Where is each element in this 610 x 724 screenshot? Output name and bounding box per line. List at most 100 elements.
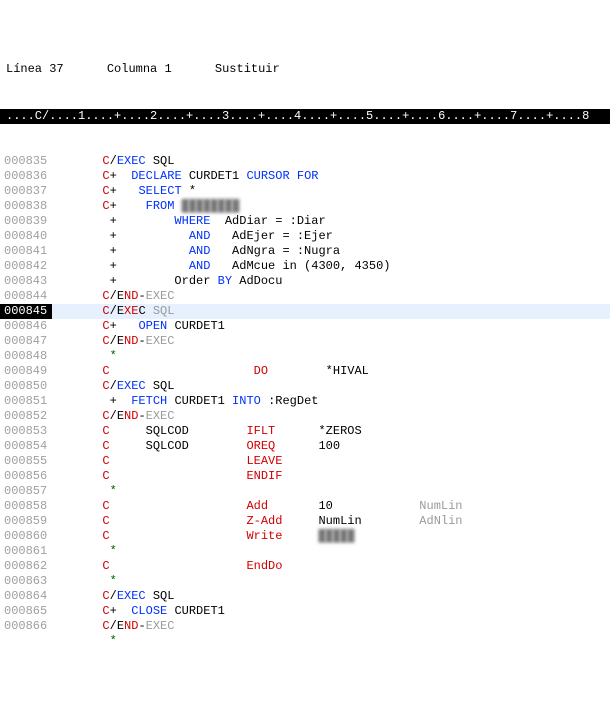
line-source[interactable]: C+ FROM ████████ xyxy=(52,199,610,214)
line-source[interactable]: + AND AdEjer = :Ejer xyxy=(52,229,610,244)
line-source[interactable]: C Write █████ xyxy=(52,529,610,544)
code-line[interactable]: 000862 C EndDo xyxy=(0,559,610,574)
code-line[interactable]: 000844 C/END-EXEC xyxy=(0,289,610,304)
line-gutter: 000857 xyxy=(0,484,52,499)
code-line[interactable]: 000863 * xyxy=(0,574,610,589)
line-gutter: 000863 xyxy=(0,574,52,589)
line-source[interactable]: C SQLCOD OREQ 100 xyxy=(52,439,610,454)
line-source[interactable]: C+ DECLARE CURDET1 CURSOR FOR xyxy=(52,169,610,184)
line-gutter: 000866 xyxy=(0,619,52,634)
line-source[interactable]: C Z-Add NumLin AdNlin xyxy=(52,514,610,529)
line-gutter: 000856 xyxy=(0,469,52,484)
line-gutter: 000847 xyxy=(0,334,52,349)
code-line[interactable]: 000852 C/END-EXEC xyxy=(0,409,610,424)
line-gutter: 000853 xyxy=(0,424,52,439)
line-gutter: 000842 xyxy=(0,259,52,274)
line-source[interactable]: C/END-EXEC xyxy=(52,409,610,424)
code-line[interactable]: 000858 C Add 10 NumLin xyxy=(0,499,610,514)
line-source[interactable]: + AND AdNgra = :Nugra xyxy=(52,244,610,259)
line-source[interactable]: C+ CLOSE CURDET1 xyxy=(52,604,610,619)
code-line[interactable]: 000840 + AND AdEjer = :Ejer xyxy=(0,229,610,244)
editor-mode: Sustituir xyxy=(215,62,280,76)
line-gutter: 000835 xyxy=(0,154,52,169)
line-gutter: 000862 xyxy=(0,559,52,574)
line-gutter: 000840 xyxy=(0,229,52,244)
line-source[interactable]: C SQLCOD IFLT *ZEROS xyxy=(52,424,610,439)
code-line[interactable]: 000851 + FETCH CURDET1 INTO :RegDet xyxy=(0,394,610,409)
line-gutter: 000852 xyxy=(0,409,52,424)
line-source[interactable]: C/END-EXEC xyxy=(52,619,610,634)
line-gutter: 000839 xyxy=(0,214,52,229)
line-gutter: 000858 xyxy=(0,499,52,514)
line-source[interactable]: + Order BY AdDocu xyxy=(52,274,610,289)
column-label: Columna xyxy=(107,62,157,76)
line-source[interactable]: C/END-EXEC xyxy=(52,334,610,349)
line-gutter: 000854 xyxy=(0,439,52,454)
code-line[interactable]: 000861 * xyxy=(0,544,610,559)
code-line[interactable]: 000843 + Order BY AdDocu xyxy=(0,274,610,289)
line-gutter: 000836 xyxy=(0,169,52,184)
code-line[interactable]: 000848 * xyxy=(0,349,610,364)
line-source[interactable]: + AND AdMcue in (4300, 4350) xyxy=(52,259,610,274)
code-line[interactable]: 000859 C Z-Add NumLin AdNlin xyxy=(0,514,610,529)
line-gutter: 000861 xyxy=(0,544,52,559)
line-source[interactable]: C DO *HIVAL xyxy=(52,364,610,379)
line-source[interactable]: + WHERE AdDiar = :Diar xyxy=(52,214,610,229)
line-gutter: 000848 xyxy=(0,349,52,364)
code-line[interactable]: 000856 C ENDIF xyxy=(0,469,610,484)
line-gutter: 000838 xyxy=(0,199,52,214)
code-line[interactable]: 000860 C Write █████ xyxy=(0,529,610,544)
code-line[interactable]: 000835 C/EXEC SQL xyxy=(0,154,610,169)
column-number: 1 xyxy=(164,62,171,76)
line-source[interactable]: * xyxy=(52,484,610,499)
line-source[interactable]: C+ OPEN CURDET1 xyxy=(52,319,610,334)
column-ruler: ....C/....1....+....2....+....3....+....… xyxy=(0,109,610,124)
line-gutter: 000846 xyxy=(0,319,52,334)
line-source[interactable]: * xyxy=(52,574,610,589)
code-line[interactable]: 000850 C/EXEC SQL xyxy=(0,379,610,394)
code-line[interactable]: 000854 C SQLCOD OREQ 100 xyxy=(0,439,610,454)
code-line[interactable]: 000865 C+ CLOSE CURDET1 xyxy=(0,604,610,619)
line-source[interactable]: C+ SELECT * xyxy=(52,184,610,199)
code-line[interactable]: 000864 C/EXEC SQL xyxy=(0,589,610,604)
code-line[interactable]: 000841 + AND AdNgra = :Nugra xyxy=(0,244,610,259)
code-editor[interactable]: 000835 C/EXEC SQL000836 C+ DECLARE CURDE… xyxy=(0,154,610,649)
line-gutter: 000844 xyxy=(0,289,52,304)
line-source[interactable]: C/EXEC SQL xyxy=(52,154,610,169)
line-source[interactable]: * xyxy=(52,349,610,364)
line-source[interactable]: C/EXEC SQL xyxy=(52,304,610,319)
code-line[interactable]: 000846 C+ OPEN CURDET1 xyxy=(0,319,610,334)
code-line[interactable]: 000853 C SQLCOD IFLT *ZEROS xyxy=(0,424,610,439)
line-source[interactable]: C EndDo xyxy=(52,559,610,574)
line-source[interactable]: C/END-EXEC xyxy=(52,289,610,304)
line-source[interactable]: * xyxy=(52,544,610,559)
code-line[interactable]: 000845 C/EXEC SQL xyxy=(0,304,610,319)
line-gutter: 000860 xyxy=(0,529,52,544)
line-gutter: 000850 xyxy=(0,379,52,394)
code-line[interactable]: 000836 C+ DECLARE CURDET1 CURSOR FOR xyxy=(0,169,610,184)
code-line[interactable]: 000839 + WHERE AdDiar = :Diar xyxy=(0,214,610,229)
line-gutter: 000843 xyxy=(0,274,52,289)
line-gutter: 000859 xyxy=(0,514,52,529)
line-number: 37 xyxy=(49,62,63,76)
line-source[interactable]: C/EXEC SQL xyxy=(52,589,610,604)
code-line[interactable]: 000857 * xyxy=(0,484,610,499)
line-source[interactable]: C LEAVE xyxy=(52,454,610,469)
line-gutter: 000841 xyxy=(0,244,52,259)
code-line[interactable]: 000849 C DO *HIVAL xyxy=(0,364,610,379)
code-line[interactable]: 000847 C/END-EXEC xyxy=(0,334,610,349)
line-source[interactable]: C/EXEC SQL xyxy=(52,379,610,394)
line-gutter: 000849 xyxy=(0,364,52,379)
line-gutter: 000855 xyxy=(0,454,52,469)
code-line[interactable]: 000838 C+ FROM ████████ xyxy=(0,199,610,214)
code-line[interactable]: 000837 C+ SELECT * xyxy=(0,184,610,199)
code-line[interactable]: * xyxy=(0,634,610,649)
line-source[interactable]: + FETCH CURDET1 INTO :RegDet xyxy=(52,394,610,409)
line-source[interactable]: C Add 10 NumLin xyxy=(52,499,610,514)
code-line[interactable]: 000842 + AND AdMcue in (4300, 4350) xyxy=(0,259,610,274)
code-line[interactable]: 000866 C/END-EXEC xyxy=(0,619,610,634)
line-source[interactable]: C ENDIF xyxy=(52,469,610,484)
line-gutter: 000864 xyxy=(0,589,52,604)
code-line[interactable]: 000855 C LEAVE xyxy=(0,454,610,469)
line-gutter: 000837 xyxy=(0,184,52,199)
